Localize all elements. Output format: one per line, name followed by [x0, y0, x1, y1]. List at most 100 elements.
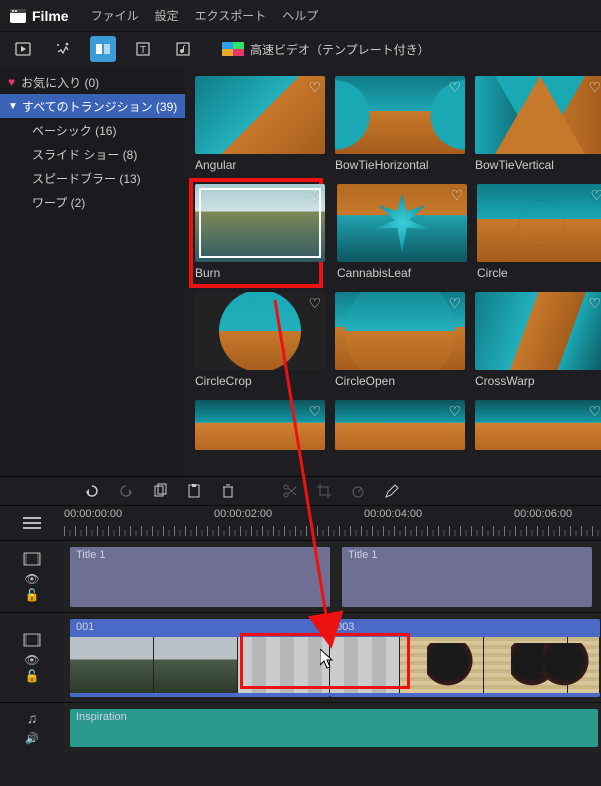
gallery-item-bowtie-h[interactable]: ♡ BowTieHorizontal: [335, 76, 465, 174]
title-bar: Filme ファイル 設定 エクスポート ヘルプ: [0, 0, 601, 32]
menu-help[interactable]: ヘルプ: [282, 7, 318, 24]
redo-icon[interactable]: [118, 483, 134, 499]
undo-icon[interactable]: [84, 483, 100, 499]
video-track: 👁 🔓 001 003: [0, 612, 601, 702]
template-icon: [222, 42, 244, 56]
heart-outline-icon[interactable]: ♡: [588, 403, 601, 420]
transition-gallery: ♡ Angular ♡ BowTieHorizontal ♡ BowTieVer…: [185, 66, 601, 476]
sidebar: ♥ お気に入り (0) ▼ すべてのトランジション (39) ベーシック (16…: [0, 66, 185, 476]
heart-outline-icon[interactable]: ♡: [448, 79, 461, 96]
gallery-thumb: ♡: [195, 76, 325, 154]
sidebar-item-speedblur[interactable]: スピードブラー (13): [0, 166, 185, 190]
sidebar-item-label: スライド ショー (8): [32, 146, 137, 163]
svg-text:T: T: [140, 45, 146, 56]
track-head: 👁 🔓: [0, 613, 64, 702]
gallery-thumb: ♡: [195, 292, 325, 370]
speaker-icon[interactable]: 🔊: [25, 732, 39, 745]
heart-outline-icon[interactable]: ♡: [308, 79, 321, 96]
clip-label: Title 1: [76, 549, 106, 561]
lock-icon[interactable]: 🔓: [25, 588, 40, 602]
gallery-item-11[interactable]: ♡: [335, 400, 465, 450]
timeline-toolbar: [0, 476, 601, 506]
gallery-item-circleopen[interactable]: ♡ CircleOpen: [335, 292, 465, 390]
timeline-ruler[interactable]: 00:00:00:00 00:00:02:00 00:00:04:00 00:0…: [64, 506, 601, 540]
delete-icon[interactable]: [220, 483, 236, 499]
gallery-item-burn[interactable]: ♡ Burn: [191, 180, 321, 286]
effects-icon[interactable]: [50, 36, 76, 62]
title-clip-2[interactable]: Title 1: [342, 547, 592, 607]
timecode-label: 00:00:04:00: [364, 508, 422, 520]
track-head: 👁 🔓: [0, 541, 64, 612]
heart-outline-icon[interactable]: ♡: [308, 295, 321, 312]
sidebar-item-slideshow[interactable]: スライド ショー (8): [0, 142, 185, 166]
heart-outline-icon[interactable]: ♡: [308, 187, 321, 204]
gallery-item-12[interactable]: ♡: [475, 400, 601, 450]
gallery-item-circlecrop[interactable]: ♡ CircleCrop: [195, 292, 325, 390]
gallery-item-10[interactable]: ♡: [195, 400, 325, 450]
fast-template-label: 高速ビデオ（テンプレート付き）: [250, 41, 430, 58]
gallery-item-crosswarp[interactable]: ♡ CrossWarp: [475, 292, 601, 390]
clip-label: 001: [76, 621, 94, 633]
transitions-icon[interactable]: [90, 36, 116, 62]
text-icon[interactable]: T: [130, 36, 156, 62]
gallery-item-bowtie-v[interactable]: ♡ BowTieVertical: [475, 76, 601, 174]
audio-clip-1[interactable]: Inspiration: [70, 709, 598, 747]
lock-icon[interactable]: 🔓: [25, 669, 40, 683]
eye-icon[interactable]: 👁: [24, 653, 39, 667]
gallery-label: CircleOpen: [335, 374, 465, 390]
heart-outline-icon[interactable]: ♡: [450, 187, 463, 204]
gallery-label: BowTieHorizontal: [335, 158, 465, 174]
gallery-thumb: ♡: [195, 184, 325, 262]
media-library-icon[interactable]: [10, 36, 36, 62]
copy-icon[interactable]: [152, 483, 168, 499]
paste-icon[interactable]: [186, 483, 202, 499]
gallery-item-angular[interactable]: ♡ Angular: [195, 76, 325, 174]
sidebar-favorites[interactable]: ♥ お気に入り (0): [0, 70, 185, 94]
title-track: 👁 🔓 Title 1 Title 1: [0, 540, 601, 612]
heart-icon: ♥: [8, 75, 15, 89]
app-name: Filme: [32, 8, 69, 24]
gallery-label: Burn: [195, 266, 317, 282]
menu-settings[interactable]: 設定: [155, 7, 179, 24]
title-track-body[interactable]: Title 1 Title 1: [64, 541, 601, 612]
app-logo-icon: [8, 6, 28, 26]
fast-template-chip[interactable]: 高速ビデオ（テンプレート付き）: [222, 41, 430, 58]
gallery-label: BowTieVertical: [475, 158, 601, 174]
film-icon: [23, 633, 41, 647]
heart-outline-icon[interactable]: ♡: [588, 295, 601, 312]
gallery-thumb: ♡: [337, 184, 467, 262]
video-track-body[interactable]: 001 003: [64, 613, 601, 702]
heart-outline-icon[interactable]: ♡: [588, 79, 601, 96]
audio-icon[interactable]: [170, 36, 196, 62]
sidebar-item-basic[interactable]: ベーシック (16): [0, 118, 185, 142]
sidebar-item-warp[interactable]: ワープ (2): [0, 190, 185, 214]
heart-outline-icon[interactable]: ♡: [308, 403, 321, 420]
eye-icon[interactable]: 👁: [24, 572, 39, 586]
timeline-menu-button[interactable]: [0, 517, 64, 529]
gallery-item-cannabisleaf[interactable]: ♡ CannabisLeaf: [337, 184, 467, 282]
tool-row: T 高速ビデオ（テンプレート付き）: [0, 32, 601, 66]
split-icon[interactable]: [282, 483, 298, 499]
gallery-thumb: ♡: [475, 292, 601, 370]
speed-icon[interactable]: [350, 483, 366, 499]
gallery-label: Angular: [195, 158, 325, 174]
heart-outline-icon[interactable]: ♡: [448, 403, 461, 420]
gallery-item-circle[interactable]: ♡ Circle: [477, 184, 601, 282]
crop-icon[interactable]: [316, 483, 332, 499]
title-clip-1[interactable]: Title 1: [70, 547, 330, 607]
sidebar-all-transitions[interactable]: ▼ すべてのトランジション (39): [0, 94, 185, 118]
menu-export[interactable]: エクスポート: [195, 7, 267, 24]
heart-outline-icon[interactable]: ♡: [590, 187, 601, 204]
menu-file[interactable]: ファイル: [91, 7, 139, 24]
heart-outline-icon[interactable]: ♡: [448, 295, 461, 312]
clip-label: Title 1: [348, 549, 378, 561]
clip-thumb: [154, 637, 238, 693]
timecode-label: 00:00:02:00: [214, 508, 272, 520]
gallery-label: CircleCrop: [195, 374, 325, 390]
clip-thumb: [400, 637, 484, 693]
sidebar-item-label: ワープ (2): [32, 194, 85, 211]
music-icon: ♫: [27, 710, 38, 726]
audio-track-body[interactable]: Inspiration: [64, 703, 601, 752]
edit-icon[interactable]: [384, 483, 400, 499]
cursor-icon: [320, 649, 336, 671]
